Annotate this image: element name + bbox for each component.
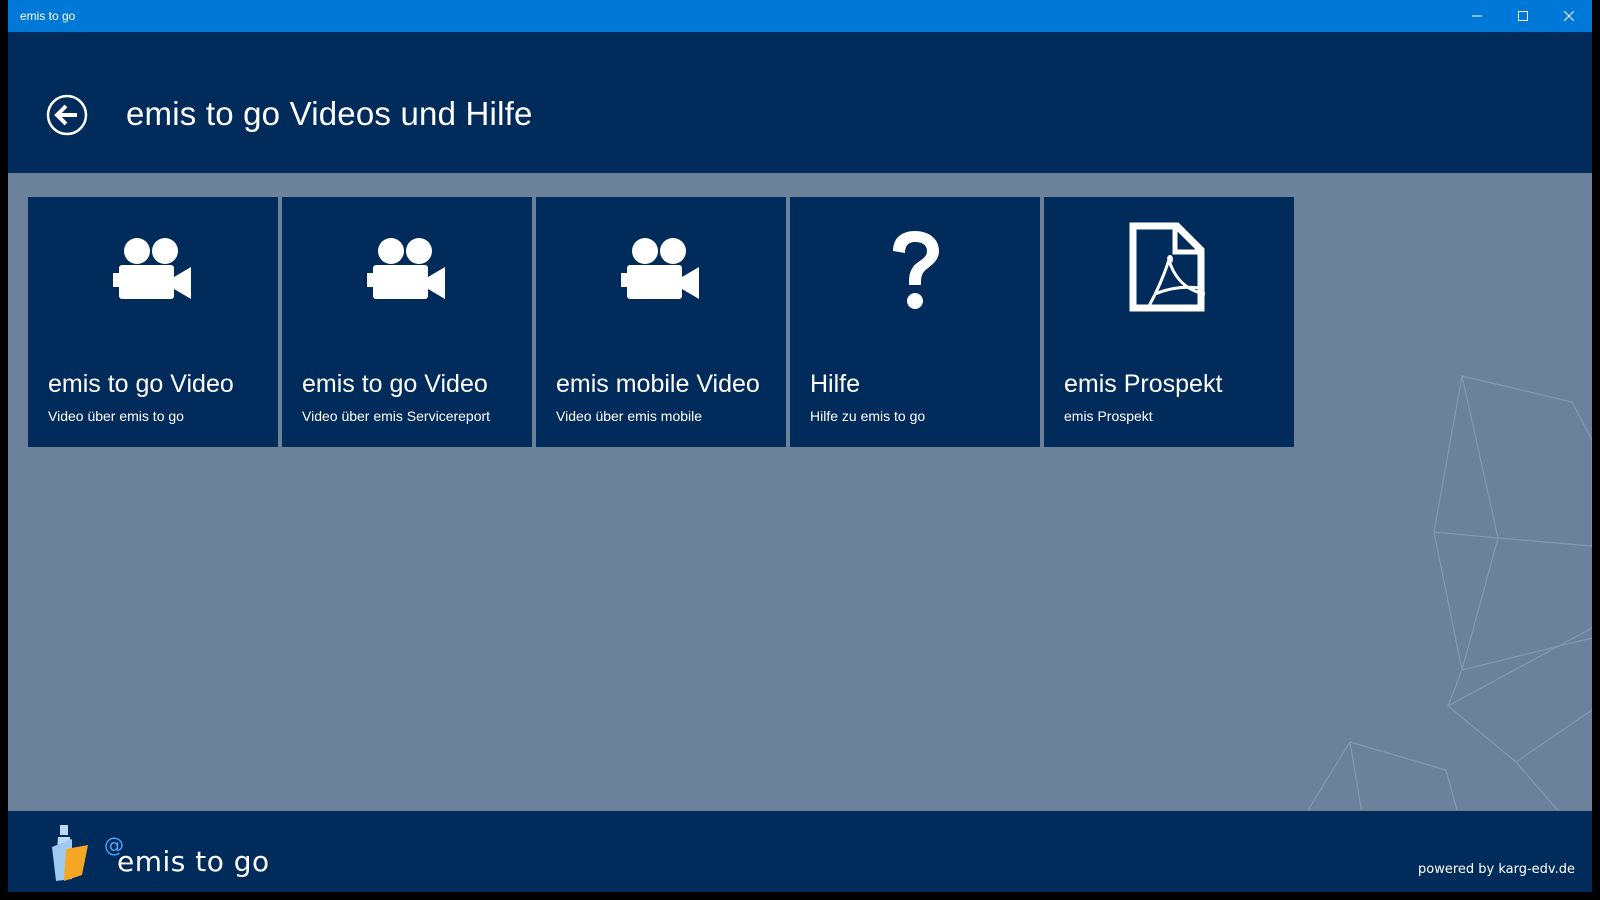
video-camera-icon <box>282 225 532 315</box>
tile-title: emis to go Video <box>48 370 234 398</box>
powered-by-text[interactable]: powered by karg-edv.de <box>1418 863 1575 877</box>
tile-title: emis to go Video <box>302 370 488 398</box>
emis-logo-icon <box>52 825 88 881</box>
video-camera-icon <box>28 225 278 315</box>
tile-subtitle: emis Prospekt <box>1064 408 1153 424</box>
pdf-document-icon <box>1044 222 1294 315</box>
tile-title: emis Prospekt <box>1064 370 1223 398</box>
app-window: emis to go emis to go Videos und Hilfe e… <box>8 0 1592 892</box>
window-title: emis to go <box>20 9 76 23</box>
tile-emis-to-go-video-servicereport[interactable]: emis to go Video Video über emis Service… <box>282 197 532 447</box>
logo-text: emis to go <box>117 845 270 878</box>
back-arrow-icon <box>46 94 88 136</box>
minimize-icon <box>1472 15 1482 17</box>
close-icon <box>1564 11 1574 21</box>
tile-subtitle: Video über emis mobile <box>556 408 703 424</box>
page-header: emis to go Videos und Hilfe <box>8 32 1592 173</box>
maximize-button[interactable] <box>1500 0 1546 32</box>
background-decoration <box>1307 375 1592 810</box>
tile-subtitle: Hilfe zu emis to go <box>810 408 926 424</box>
tile-hilfe[interactable]: Hilfe Hilfe zu emis to go <box>790 197 1040 447</box>
tile-emis-to-go-video[interactable]: emis to go Video Video über emis to go <box>28 197 278 447</box>
title-bar[interactable]: emis to go <box>8 0 1592 32</box>
tile-subtitle: Video über emis Servicereport <box>302 408 491 424</box>
tile-title: Hilfe <box>810 370 861 398</box>
tile-emis-mobile-video[interactable]: emis mobile Video Video über emis mobile <box>536 197 786 447</box>
minimize-button[interactable] <box>1454 0 1500 32</box>
back-button[interactable] <box>46 94 88 136</box>
video-camera-icon <box>536 225 786 315</box>
question-mark-icon <box>790 225 1040 315</box>
close-button[interactable] <box>1546 0 1592 32</box>
tile-title: emis mobile Video <box>556 370 760 398</box>
maximize-icon <box>1518 11 1528 21</box>
tile-emis-prospekt[interactable]: emis Prospekt emis Prospekt <box>1044 197 1294 447</box>
tile-subtitle: Video über emis to go <box>48 408 184 424</box>
page-title: emis to go Videos und Hilfe <box>126 95 533 132</box>
footer: @ emis to go powered by karg-edv.de <box>8 811 1592 892</box>
